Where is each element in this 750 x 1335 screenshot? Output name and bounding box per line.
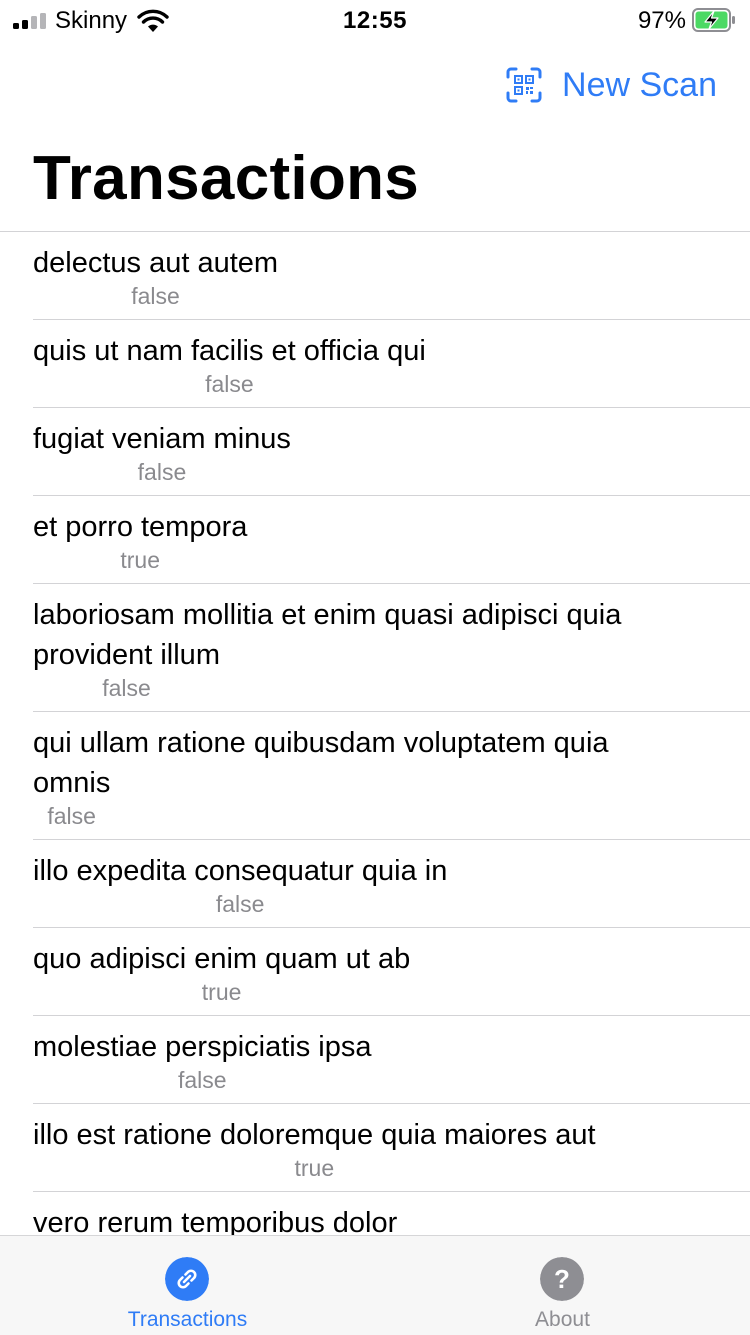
transactions-list[interactable]: delectus aut autem false quis ut nam facil… xyxy=(0,231,750,1236)
new-scan-button[interactable]: New Scan xyxy=(506,62,717,108)
transaction-row[interactable]: quis ut nam facilis et officia qui false xyxy=(33,320,750,408)
transaction-status: false xyxy=(215,891,265,917)
transaction-status-row: true xyxy=(33,547,750,573)
transaction-title: delectus aut autem xyxy=(33,247,279,279)
transaction-row[interactable]: molestiae perspiciatis ipsa false xyxy=(33,1016,750,1104)
transaction-row[interactable]: illo expedita consequatur quia in false xyxy=(33,840,750,928)
battery-charging-icon xyxy=(692,8,735,32)
transaction-title: molestiae perspiciatis ipsa xyxy=(33,1031,372,1063)
transaction-status: true xyxy=(201,979,242,1005)
transaction-title: vero rerum temporibus dolor xyxy=(33,1207,398,1236)
transaction-row[interactable]: delectus aut autem false xyxy=(33,232,750,320)
transaction-status-row: false xyxy=(33,675,750,701)
transaction-status-row: true xyxy=(33,1155,750,1181)
status-bar: Skinny 12:55 97% xyxy=(0,0,750,44)
transaction-row[interactable]: et porro tempora true xyxy=(33,496,750,584)
transaction-row[interactable]: laboriosam mollitia et enim quasi adipis… xyxy=(33,584,750,712)
transaction-status-row: false xyxy=(33,1067,750,1093)
question-mark-icon: ? xyxy=(540,1257,584,1301)
transaction-row[interactable]: illo est ratione doloremque quia maiores… xyxy=(33,1104,750,1192)
transaction-title: laboriosam mollitia et enim quasi adipis… xyxy=(33,599,622,671)
transaction-row[interactable]: qui ullam ratione quibusdam voluptatem q… xyxy=(33,712,750,840)
transaction-title: qui ullam ratione quibusdam voluptatem q… xyxy=(33,727,609,799)
transaction-title: et porro tempora xyxy=(33,511,248,543)
transaction-status-row: false xyxy=(33,803,750,829)
new-scan-label: New Scan xyxy=(562,66,717,104)
qr-code-scan-icon xyxy=(506,67,542,103)
transaction-status-row: false xyxy=(33,891,750,917)
transaction-status: true xyxy=(294,1155,335,1181)
transaction-status: true xyxy=(120,547,161,573)
transaction-title: quis ut nam facilis et officia qui xyxy=(33,335,426,367)
battery-percentage: 97% xyxy=(637,7,686,34)
transaction-status: false xyxy=(177,1067,227,1093)
transaction-title: illo expedita consequatur quia in xyxy=(33,855,448,887)
svg-text:?: ? xyxy=(554,1264,570,1294)
tab-bar: Transactions ? About xyxy=(0,1235,750,1335)
transaction-status-row: false xyxy=(33,283,750,309)
tab-label-about: About xyxy=(535,1308,590,1331)
transaction-row[interactable]: fugiat veniam minus false xyxy=(33,408,750,496)
link-icon xyxy=(165,1257,209,1301)
transaction-status-row: false xyxy=(33,459,750,485)
transaction-status: false xyxy=(205,371,254,397)
transaction-status-row: false xyxy=(33,371,750,397)
page-title: Transactions xyxy=(33,144,420,213)
transaction-row[interactable]: quo adipisci enim quam ut ab true xyxy=(33,928,750,1016)
transaction-title: illo est ratione doloremque quia maiores… xyxy=(33,1119,596,1151)
transaction-title: fugiat veniam minus xyxy=(33,423,291,455)
transaction-row[interactable]: vero rerum temporibus dolor xyxy=(33,1192,750,1236)
transaction-status: false xyxy=(47,803,96,829)
transaction-status-row: true xyxy=(33,979,750,1005)
transaction-status: false xyxy=(102,675,151,701)
transaction-status: false xyxy=(131,283,180,309)
transaction-status: false xyxy=(137,459,187,485)
tab-label-transactions: Transactions xyxy=(127,1308,248,1331)
tab-transactions[interactable]: Transactions xyxy=(0,1236,375,1335)
tab-about[interactable]: ? About xyxy=(375,1236,750,1335)
transaction-title: quo adipisci enim quam ut ab xyxy=(33,943,411,975)
